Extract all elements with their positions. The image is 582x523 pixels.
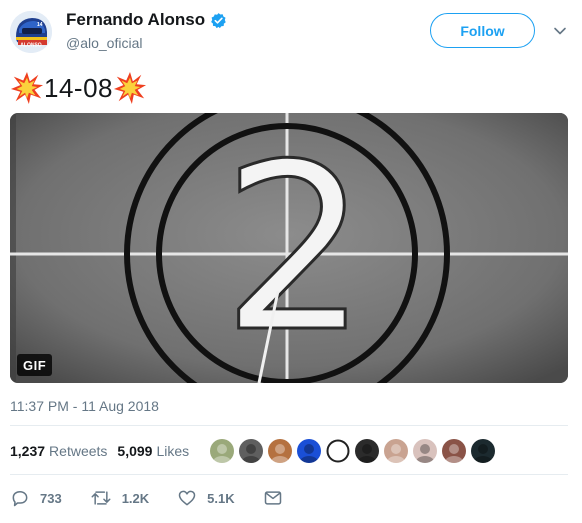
- divider: [10, 425, 568, 426]
- retweet-button[interactable]: 1.2K: [90, 488, 149, 508]
- likes-count: 5,099: [117, 443, 153, 459]
- tweet-text: 14-08: [10, 70, 147, 106]
- likes-stat[interactable]: 5,099 Likes: [117, 443, 189, 459]
- reply-button[interactable]: 733: [10, 488, 62, 508]
- author-handle[interactable]: @alo_oficial: [66, 35, 227, 51]
- avatar-helmet-text: ALONSO: [20, 43, 42, 49]
- tweet-stats: 1,237 Retweets 5,099 Likes: [10, 436, 199, 466]
- reply-icon: [12, 491, 28, 507]
- likes-label: Likes: [156, 443, 190, 459]
- divider: [10, 474, 568, 475]
- retweets-label: Retweets: [49, 443, 108, 459]
- envelope-icon: [264, 491, 281, 505]
- collision-icon: [113, 71, 147, 105]
- like-button[interactable]: 5.1K: [177, 488, 235, 508]
- liker-avatar-7[interactable]: [383, 438, 409, 464]
- liker-avatar-2[interactable]: [238, 438, 264, 464]
- retweet-icon: [91, 491, 111, 505]
- tweet-gif-media[interactable]: 2 GIF: [10, 113, 568, 383]
- author-display-name[interactable]: Fernando Alonso: [66, 10, 205, 30]
- reply-count: 733: [40, 490, 62, 506]
- liker-avatar-9[interactable]: [441, 438, 467, 464]
- retweet-count: 1.2K: [121, 490, 150, 506]
- chevron-down-icon: [554, 27, 566, 35]
- liker-avatars: [209, 438, 499, 464]
- gif-badge: GIF: [17, 354, 53, 376]
- liker-avatar-6[interactable]: [354, 438, 380, 464]
- tweet-header: ALONSO 14 Fernando Alonso @alo_oficial F…: [0, 0, 582, 60]
- liker-avatar-4[interactable]: [296, 438, 322, 464]
- liker-avatar-3[interactable]: [267, 438, 293, 464]
- countdown-digit: 2: [222, 116, 368, 383]
- avatar-helmet-number: 14: [37, 22, 43, 28]
- verified-badge-icon: [210, 12, 227, 29]
- retweets-stat[interactable]: 1,237 Retweets: [10, 443, 107, 459]
- like-count: 5.1K: [207, 490, 235, 506]
- author-avatar[interactable]: ALONSO 14: [10, 11, 52, 53]
- direct-message-button[interactable]: [263, 488, 293, 508]
- tweet-actions: 733 1.2K 5.1K: [10, 486, 321, 510]
- collision-icon: [10, 71, 44, 105]
- liker-avatar-8[interactable]: [412, 438, 438, 464]
- display-name-row: Fernando Alonso: [66, 10, 227, 30]
- more-options-button[interactable]: [551, 22, 569, 40]
- heart-icon: [178, 490, 196, 506]
- tweet-timestamp[interactable]: 11:37 PM - 11 Aug 2018: [10, 398, 159, 414]
- liker-avatar-5[interactable]: [325, 438, 351, 464]
- liker-avatar-10[interactable]: [470, 438, 496, 464]
- liker-avatar-1[interactable]: [209, 438, 235, 464]
- author-names: Fernando Alonso @alo_oficial: [66, 10, 227, 51]
- follow-button[interactable]: Follow: [430, 13, 535, 48]
- tweet-text-content: 14-08: [44, 72, 113, 103]
- retweets-count: 1,237: [10, 443, 46, 459]
